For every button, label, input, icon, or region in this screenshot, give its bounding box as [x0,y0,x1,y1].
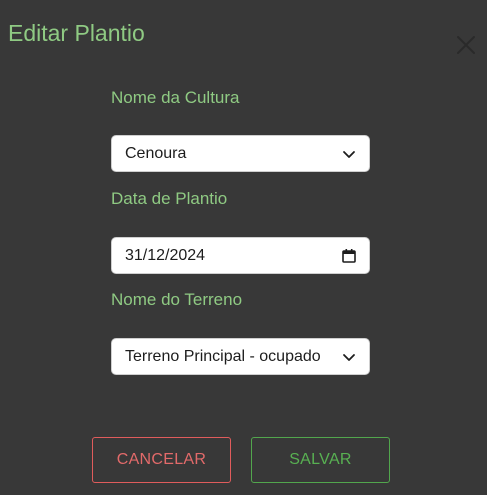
planting-date-value: 31/12/2024 [125,246,206,264]
crop-name-select[interactable]: Cenoura [111,135,370,172]
dialog-title: Editar Plantio [8,20,145,46]
chevron-down-icon [341,349,357,365]
chevron-down-icon [341,146,357,162]
planting-date-label: Data de Plantio [111,189,228,208]
edit-planting-dialog: Editar Plantio Nome da Cultura Cenoura D… [0,0,487,495]
calendar-icon[interactable] [341,248,357,264]
terrain-name-value: Terreno Principal - ocupado [125,347,321,365]
planting-date-input[interactable]: 31/12/2024 [111,237,370,274]
crop-name-value: Cenoura [125,144,187,162]
crop-name-label: Nome da Cultura [111,88,240,107]
terrain-name-label: Nome do Terreno [111,290,243,309]
close-icon[interactable] [454,33,478,57]
save-button[interactable]: SALVAR [251,437,390,483]
terrain-name-select[interactable]: Terreno Principal - ocupado [111,338,370,375]
cancel-button[interactable]: CANCELAR [92,437,231,483]
